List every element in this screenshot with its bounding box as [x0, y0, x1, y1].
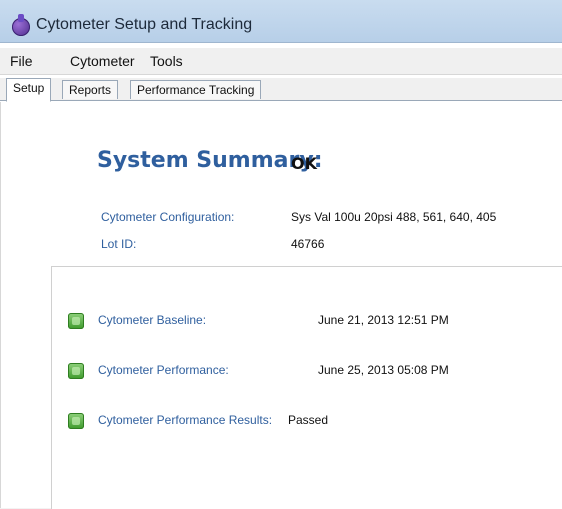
menu-tools[interactable]: Tools — [150, 53, 183, 69]
lot-id-label: Lot ID: — [101, 237, 137, 251]
green-status-icon — [68, 313, 84, 329]
menu-file[interactable]: File — [10, 53, 33, 69]
cytometer-app-icon — [12, 14, 30, 36]
green-status-icon — [68, 413, 84, 429]
tab-reports[interactable]: Reports — [62, 80, 119, 99]
cytometer-performance-value: June 25, 2013 05:08 PM — [318, 363, 449, 377]
setup-tab-content: System Summary: OK Cytometer Configurati… — [0, 102, 562, 509]
cytometer-performance-results-label: Cytometer Performance Results: — [98, 413, 273, 427]
menu-bar: File Cytometer Tools — [0, 48, 562, 75]
green-status-icon — [68, 363, 84, 379]
tab-strip: Setup Reports Performance Tracking — [0, 78, 562, 102]
cytometer-baseline-label: Cytometer Baseline: — [98, 313, 207, 327]
title-bar: Cytometer Setup and Tracking — [0, 0, 562, 43]
app-window: Cytometer Setup and Tracking File Cytome… — [0, 0, 562, 509]
tab-performance-tracking[interactable]: Performance Tracking — [130, 80, 262, 99]
lot-id-value: 46766 — [291, 237, 325, 251]
cytometer-performance-results-value: Passed — [288, 413, 329, 427]
window-title: Cytometer Setup and Tracking — [36, 16, 253, 33]
cytometer-configuration-value: Sys Val 100u 20psi 488, 561, 640, 405 — [291, 210, 497, 224]
cytometer-baseline-value: June 21, 2013 12:51 PM — [318, 313, 449, 327]
tab-setup[interactable]: Setup — [6, 78, 52, 102]
system-summary-label: System Summary: — [97, 148, 323, 173]
cytometer-configuration-label: Cytometer Configuration: — [101, 210, 235, 224]
status-panel: Cytometer Baseline: June 21, 2013 12:51 … — [51, 266, 562, 509]
system-summary-status: OK — [291, 154, 317, 173]
cytometer-performance-label: Cytometer Performance: — [98, 363, 229, 377]
menu-cytometer[interactable]: Cytometer — [70, 53, 135, 69]
